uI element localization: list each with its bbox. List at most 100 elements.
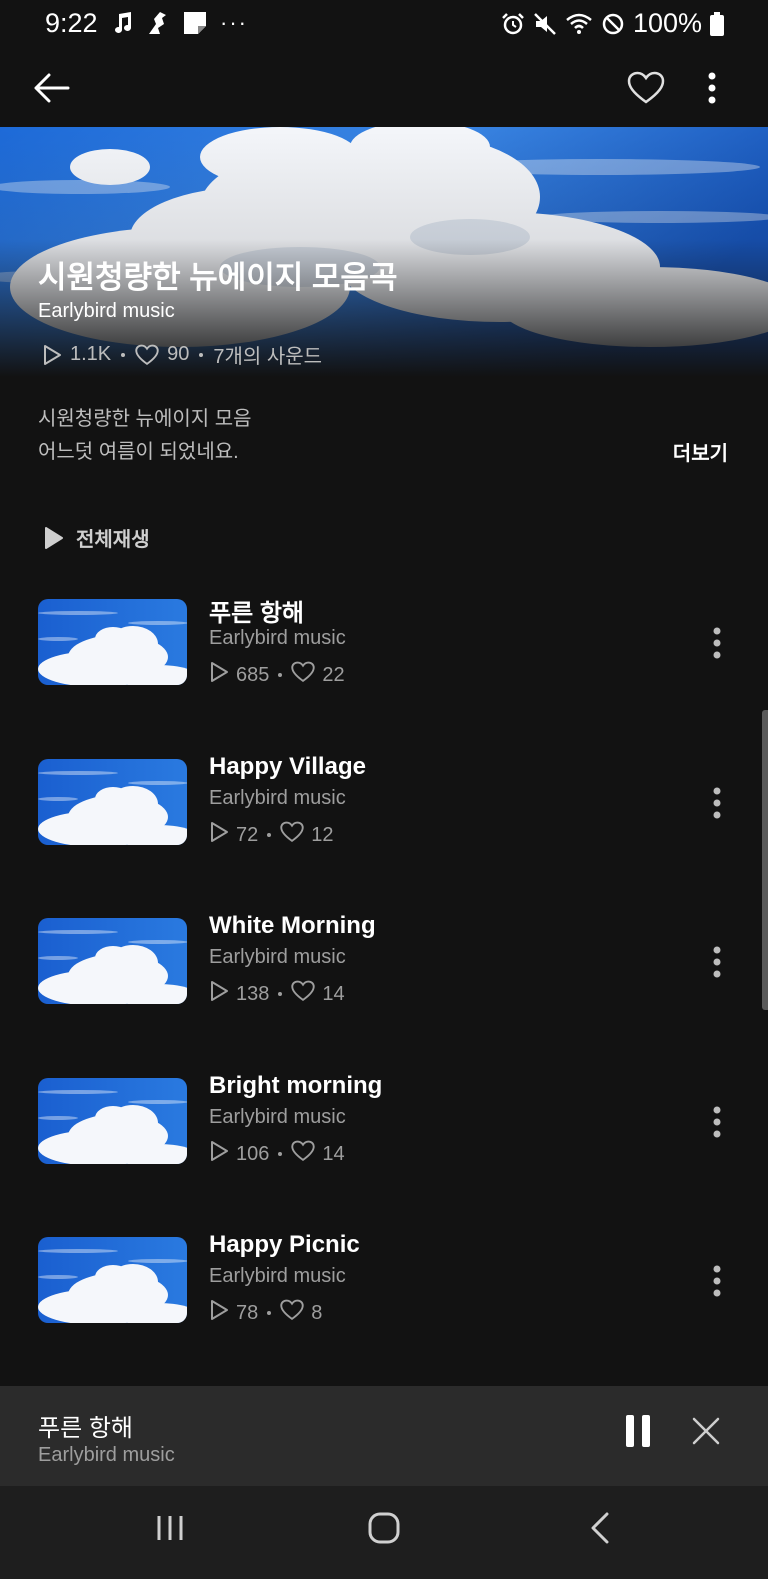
track-title: White Morning [209,912,376,939]
separator-dot [278,1152,283,1156]
track-plays: 106 [236,1142,270,1165]
nav-back-button[interactable] [578,1506,622,1550]
track-more-button[interactable] [702,623,732,663]
track-stats: 138 14 [209,980,345,1008]
battery-percent: 100% [632,8,702,38]
separator-dot [278,673,283,677]
track-plays: 685 [236,663,270,686]
do-not-disturb-icon [602,13,624,34]
play-count-icon [44,344,61,365]
app-bar [0,50,768,127]
separator-dot [121,352,126,357]
separator-dot [199,352,204,357]
playlist-stats: 1.1K 90 7개의 사운드 [42,340,322,369]
more-vert-icon [713,946,721,978]
status-bar: 9:22 ··· 100% [0,0,768,50]
like-count-icon [280,1299,304,1327]
playlist-description: 시원청량한 뉴에이지 모음 어느덧 여름이 되었네요. [38,403,252,469]
now-playing-title: 푸른 항해 [38,1415,133,1442]
more-description-button[interactable]: 더보기 [673,437,728,466]
like-count-icon [135,344,159,365]
play-all-label: 전체재생 [76,529,150,551]
more-vert-icon [713,1106,721,1138]
mini-player[interactable]: 푸른 항해 Earlybird music [0,1386,768,1486]
description-line: 어느덧 여름이 되었네요. [38,441,239,463]
track-likes: 14 [322,982,345,1005]
more-vert-icon [713,1265,721,1297]
playlist-plays: 1.1K [70,343,112,365]
playlist-artist[interactable]: Earlybird music [38,300,175,323]
separator-dot [278,992,283,996]
more-notifications-icon: ··· [220,10,248,35]
system-status: 100% [501,8,724,39]
track-plays: 78 [236,1301,259,1324]
track-row[interactable]: Happy Village Earlybird music 72 12 [0,753,768,869]
track-artist: Earlybird music [209,1265,346,1287]
close-player-button[interactable] [686,1408,726,1454]
description-line: 시원청량한 뉴에이지 모음 [38,408,252,430]
track-more-button[interactable] [702,783,732,823]
system-nav-bar [0,1486,768,1579]
mute-icon [534,12,556,35]
back-arrow-icon [34,73,70,103]
track-plays: 138 [236,982,270,1005]
play-count-icon [209,661,229,689]
track-plays: 72 [236,823,259,846]
battery-icon [710,11,724,36]
like-playlist-button[interactable] [624,66,668,110]
scrollbar[interactable] [762,710,768,1010]
status-time: 9:22 [45,8,98,38]
track-row[interactable]: Happy Picnic Earlybird music 78 8 [0,1231,768,1347]
pause-button[interactable] [618,1408,658,1454]
track-likes: 8 [311,1301,323,1324]
more-options-button[interactable] [696,66,728,110]
track-thumbnail [38,918,187,1004]
notification-icons: ··· [112,10,248,36]
track-row[interactable]: 푸른 항해 Earlybird music 685 22 [0,599,768,709]
note-app-icon [184,12,206,34]
play-count-icon [209,1299,229,1327]
track-likes: 14 [322,1142,345,1165]
track-artist: Earlybird music [209,1106,346,1128]
heart-icon [627,71,665,104]
now-playing-artist: Earlybird music [38,1444,175,1466]
track-likes: 12 [311,823,334,846]
separator-dot [267,1311,272,1315]
track-stats: 685 22 [209,661,345,689]
track-row[interactable]: Bright morning Earlybird music 106 14 [0,1072,768,1188]
track-artist: Earlybird music [209,627,346,649]
track-title: Happy Village [209,753,366,780]
track-more-button[interactable] [702,1102,732,1142]
more-vert-icon [708,72,716,104]
track-artist: Earlybird music [209,946,346,968]
play-icon [45,526,63,549]
recent-apps-button[interactable] [148,1506,192,1550]
alarm-icon [502,12,524,34]
track-title: Bright morning [209,1072,383,1099]
like-count-icon [280,821,304,849]
playlist-sound-count: 7개의 사운드 [213,346,323,368]
like-count-icon [291,1140,316,1168]
track-more-button[interactable] [702,942,732,982]
like-count-icon [291,661,316,689]
play-count-icon [209,980,229,1008]
more-vert-icon [713,627,721,659]
back-button[interactable] [30,66,74,110]
nav-back-icon [591,1512,609,1544]
track-artist: Earlybird music [209,787,346,809]
track-row[interactable]: White Morning Earlybird music 138 14 [0,912,768,1028]
play-count-icon [209,821,229,849]
home-button[interactable] [362,1506,406,1550]
track-title: Happy Picnic [209,1231,360,1258]
pause-icon [626,1415,650,1447]
play-count-icon [209,1140,229,1168]
track-more-button[interactable] [702,1261,732,1301]
playlist-likes: 90 [167,343,190,365]
track-thumbnail [38,1078,187,1164]
playlist-title: 시원청량한 뉴에이지 모음곡 [38,260,398,295]
more-vert-icon [713,787,721,819]
play-all-button[interactable]: 전체재생 [44,523,150,552]
music-note-icon [115,12,131,33]
separator-dot [267,833,272,837]
home-icon [368,1512,400,1544]
